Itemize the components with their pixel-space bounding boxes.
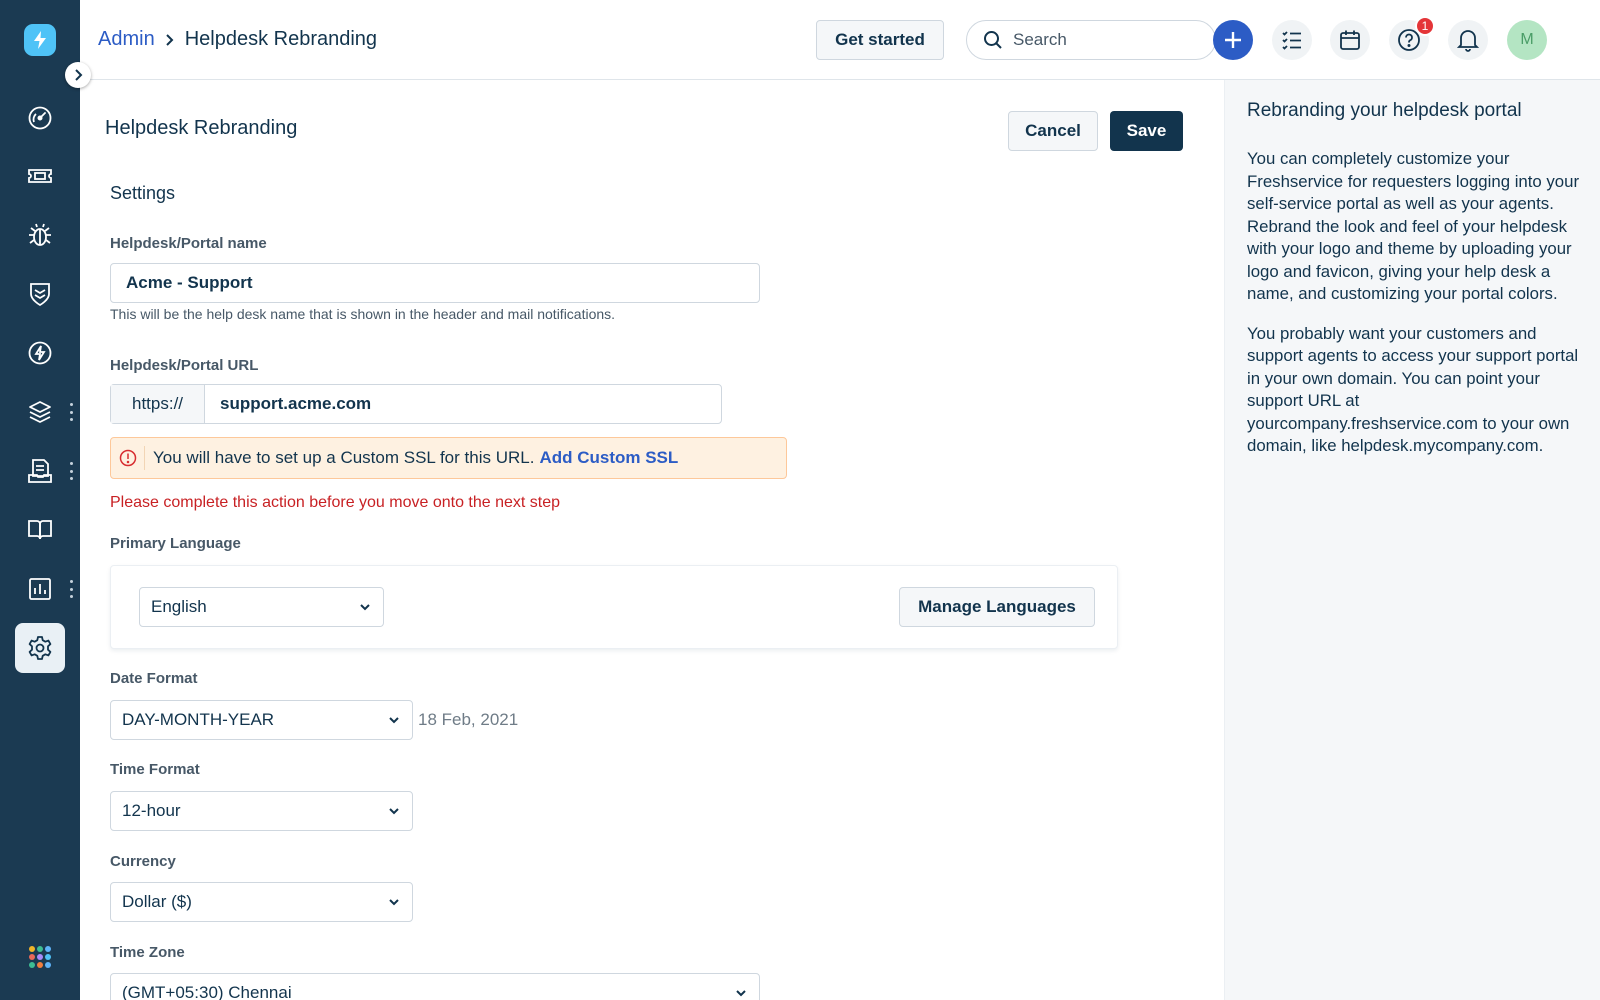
notifications-button[interactable] bbox=[1448, 20, 1488, 60]
sidebar-item-reports[interactable] bbox=[15, 564, 65, 614]
sidebar-item-contracts[interactable] bbox=[15, 446, 65, 496]
checklist-icon bbox=[1282, 31, 1301, 50]
primary-language-value: English bbox=[151, 597, 207, 616]
url-prefix: https:// bbox=[111, 385, 205, 423]
chevron-right-icon bbox=[165, 33, 174, 46]
manage-languages-button[interactable]: Manage Languages bbox=[899, 587, 1095, 627]
error-message: Please complete this action before you m… bbox=[110, 494, 561, 511]
alert-circle-icon bbox=[119, 449, 136, 467]
chevron-down-icon bbox=[389, 808, 399, 815]
chevron-down-icon bbox=[360, 604, 370, 611]
user-avatar[interactable]: M bbox=[1507, 20, 1547, 60]
time-format-label: Time Format bbox=[110, 761, 200, 778]
solutions-book-icon bbox=[28, 520, 52, 540]
settings-section-title: Settings bbox=[110, 183, 176, 203]
add-new-button[interactable] bbox=[1213, 20, 1253, 60]
sidebar bbox=[0, 0, 80, 1000]
time-format-value: 12-hour bbox=[122, 801, 181, 820]
time-zone-value: (GMT+05:30) Chennai bbox=[122, 983, 292, 1000]
date-format-select[interactable]: DAY-MONTH-YEAR bbox=[110, 700, 413, 740]
add-custom-ssl-link[interactable]: Add Custom SSL bbox=[539, 448, 678, 467]
main-content: Helpdesk Rebranding Cancel Save Settings… bbox=[80, 80, 1224, 1000]
sidebar-item-problems[interactable] bbox=[15, 210, 65, 260]
search-icon bbox=[984, 31, 1002, 49]
contracts-more-icon[interactable] bbox=[68, 462, 74, 480]
date-format-label: Date Format bbox=[110, 670, 198, 687]
currency-select[interactable]: Dollar ($) bbox=[110, 882, 413, 922]
date-format-value: DAY-MONTH-YEAR bbox=[122, 710, 275, 729]
get-started-button[interactable]: Get started bbox=[816, 20, 944, 60]
sidebar-item-admin[interactable] bbox=[15, 623, 65, 673]
bell-icon bbox=[1457, 30, 1479, 52]
chevron-right-icon bbox=[75, 69, 83, 81]
search-box[interactable] bbox=[966, 20, 1216, 60]
plus-icon bbox=[1225, 32, 1241, 48]
time-zone-select[interactable]: (GMT+05:30) Chennai bbox=[110, 973, 760, 1000]
language-card: English Manage Languages bbox=[110, 565, 1118, 649]
help-paragraph-1: You can completely customize your Freshs… bbox=[1247, 149, 1580, 303]
sidebar-expand-button[interactable] bbox=[65, 62, 91, 88]
ssl-warning-alert: You will have to set up a Custom SSL for… bbox=[110, 437, 787, 479]
breadcrumb: Admin Helpdesk Rebranding bbox=[98, 28, 377, 51]
sidebar-item-releases[interactable] bbox=[15, 328, 65, 378]
search-input[interactable] bbox=[1013, 30, 1193, 50]
portal-name-hint: This will be the help desk name that is … bbox=[110, 306, 616, 322]
portal-name-label: Helpdesk/Portal name bbox=[110, 235, 267, 252]
sidebar-item-dashboard[interactable] bbox=[15, 93, 65, 143]
portal-url-label: Helpdesk/Portal URL bbox=[110, 357, 259, 374]
assets-more-icon[interactable] bbox=[68, 403, 74, 421]
chevron-down-icon bbox=[389, 717, 399, 724]
date-format-preview: 18 Feb, 2021 bbox=[418, 710, 519, 729]
dashboard-icon bbox=[28, 106, 52, 130]
sidebar-item-tickets[interactable] bbox=[15, 151, 65, 201]
reports-chart-icon bbox=[29, 578, 51, 600]
help-paragraph-2: You probably want your customers and sup… bbox=[1247, 323, 1579, 456]
save-button[interactable]: Save bbox=[1110, 111, 1183, 151]
ssl-warning-text: You will have to set up a Custom SSL for… bbox=[153, 448, 535, 467]
help-button[interactable]: 1 bbox=[1389, 16, 1435, 60]
todo-button[interactable] bbox=[1272, 20, 1312, 60]
calendar-icon bbox=[1340, 30, 1360, 50]
help-panel-title: Rebranding your helpdesk portal bbox=[1247, 100, 1522, 121]
problems-bug-icon bbox=[29, 223, 51, 246]
portal-url-input[interactable]: support.acme.com bbox=[205, 385, 721, 423]
time-format-select[interactable]: 12-hour bbox=[110, 791, 413, 831]
reports-more-icon[interactable] bbox=[68, 580, 74, 598]
primary-language-label: Primary Language bbox=[110, 535, 241, 552]
help-panel: Rebranding your helpdesk portal You can … bbox=[1224, 80, 1600, 1000]
sidebar-item-solutions[interactable] bbox=[15, 505, 65, 555]
sidebar-item-changes[interactable] bbox=[15, 269, 65, 319]
admin-gear-icon bbox=[28, 636, 52, 660]
portal-name-input[interactable]: Acme - Support bbox=[110, 263, 760, 303]
portal-url-field[interactable]: https:// support.acme.com bbox=[110, 384, 722, 424]
help-notification-badge: 1 bbox=[1415, 16, 1435, 36]
chevron-down-icon bbox=[736, 990, 746, 997]
page-title: Helpdesk Rebranding bbox=[105, 117, 298, 139]
contracts-document-icon bbox=[28, 459, 52, 483]
changes-shield-icon bbox=[30, 283, 50, 307]
freshservice-logo-icon[interactable] bbox=[24, 24, 56, 56]
breadcrumb-current: Helpdesk Rebranding bbox=[184, 28, 378, 50]
top-header: Admin Helpdesk Rebranding Get started 1 … bbox=[80, 0, 1600, 80]
breadcrumb-admin-link[interactable]: Admin bbox=[98, 28, 155, 51]
releases-bolt-icon bbox=[28, 341, 52, 365]
apps-grid-icon[interactable] bbox=[29, 946, 51, 968]
time-zone-label: Time Zone bbox=[110, 944, 185, 961]
primary-language-select[interactable]: English bbox=[139, 587, 384, 627]
assets-layers-icon bbox=[29, 401, 51, 423]
chevron-down-icon bbox=[389, 899, 399, 906]
cancel-button[interactable]: Cancel bbox=[1008, 111, 1098, 151]
calendar-button[interactable] bbox=[1330, 20, 1370, 60]
currency-label: Currency bbox=[110, 853, 176, 870]
sidebar-item-assets[interactable] bbox=[15, 387, 65, 437]
tickets-icon bbox=[28, 169, 52, 183]
currency-value: Dollar ($) bbox=[122, 892, 192, 911]
